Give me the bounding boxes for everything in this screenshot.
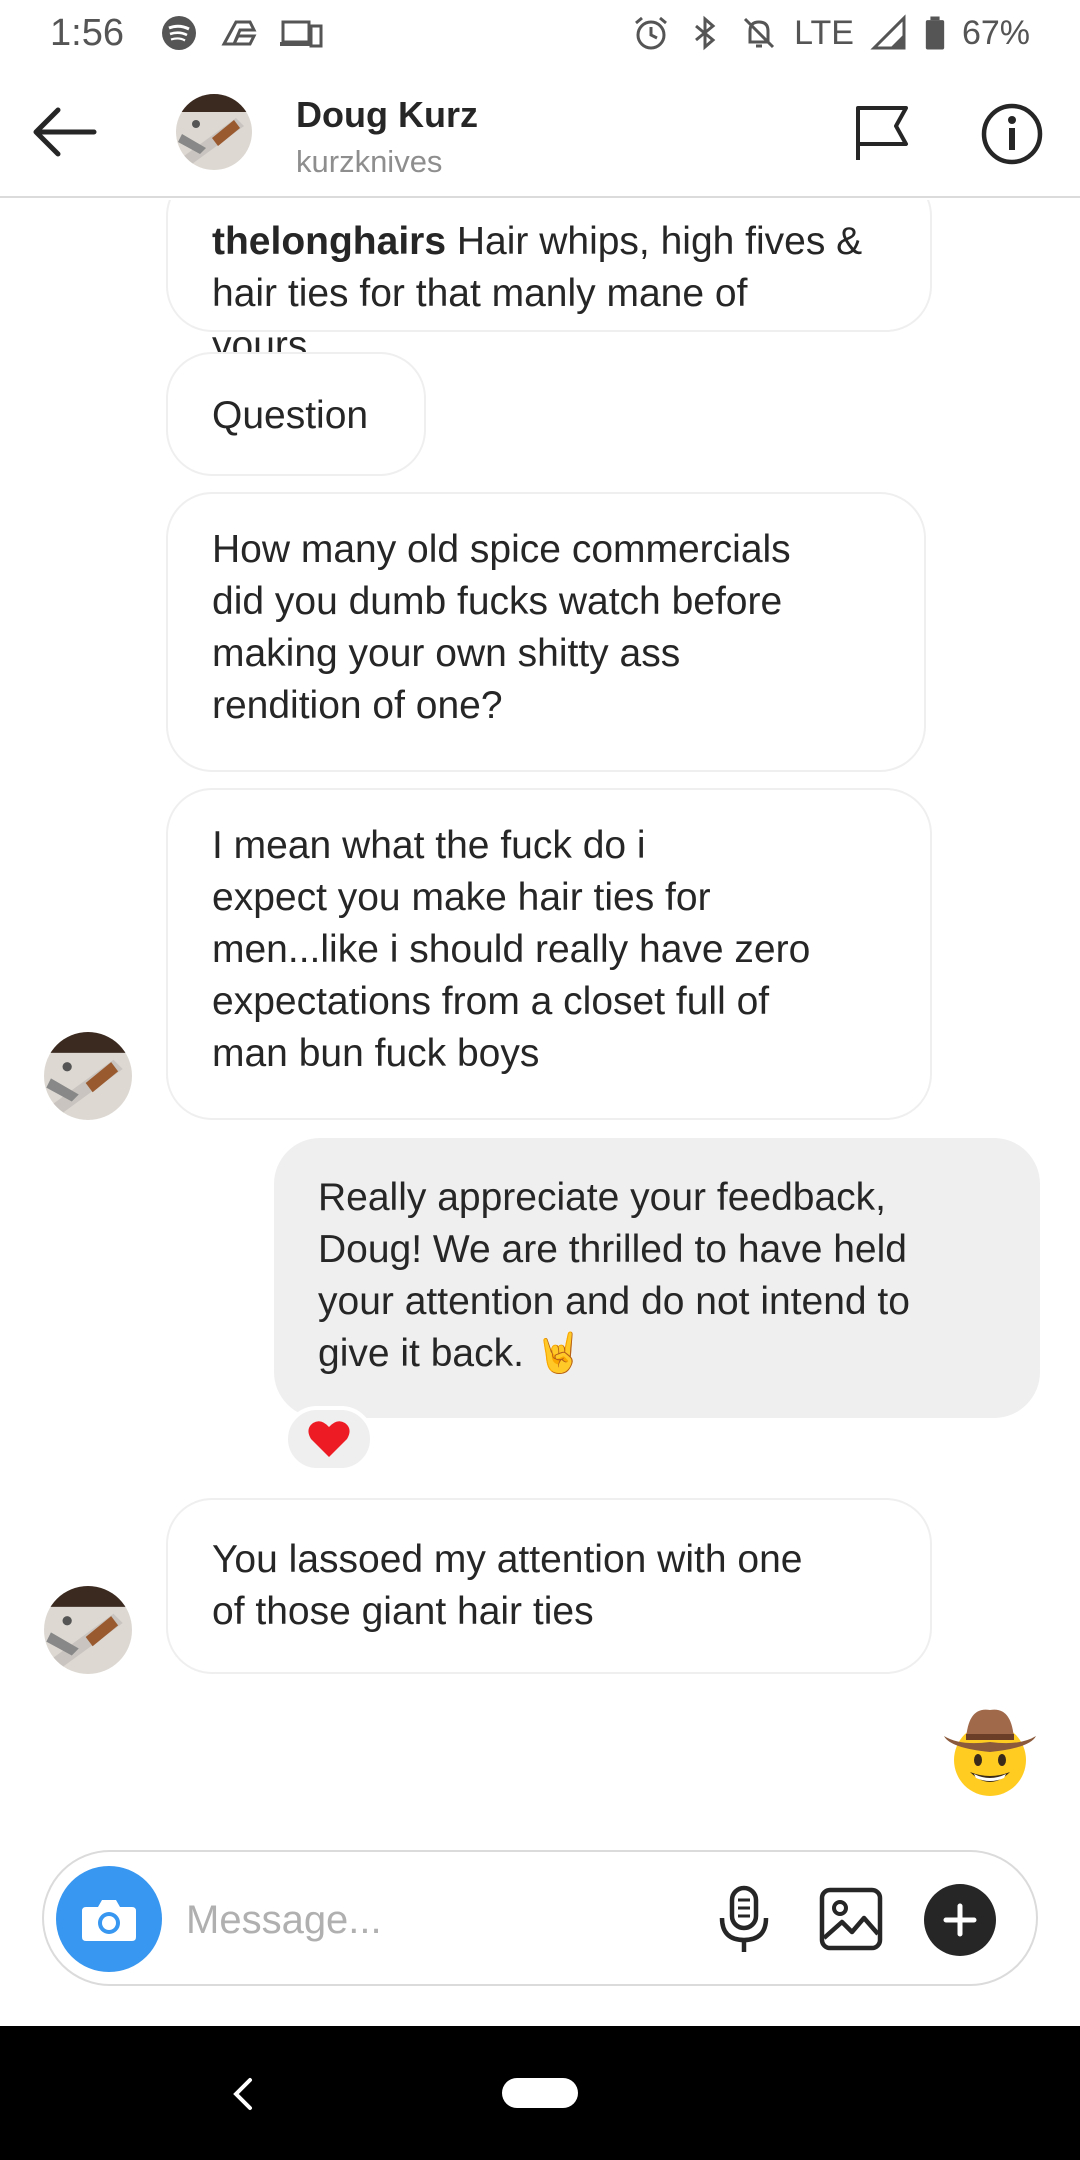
camera-icon <box>82 1900 136 1941</box>
cowboy-face-icon[interactable] <box>940 1700 1040 1800</box>
nav-back-icon[interactable] <box>222 2070 262 2118</box>
avatar-image <box>176 94 252 170</box>
sender-avatar[interactable] <box>44 1032 132 1120</box>
message-text: Really appreciate your feedback, Doug! W… <box>318 1176 910 1375</box>
gallery-icon[interactable] <box>818 1886 884 1952</box>
chat-header: Doug Kurz kurzknives <box>0 66 1080 198</box>
spotify-icon <box>161 16 196 50</box>
shared-post-username[interactable]: thelonghairs <box>212 220 446 263</box>
camera-button[interactable] <box>56 1866 162 1972</box>
info-icon[interactable] <box>980 102 1044 166</box>
microphone-icon[interactable] <box>708 1884 780 1956</box>
message-thread[interactable]: thelonghairs Hair whips, high fives & ha… <box>0 200 1080 1840</box>
sender-avatar[interactable] <box>44 1586 132 1674</box>
bluetooth-icon <box>695 15 716 51</box>
back-arrow-icon[interactable] <box>28 100 100 164</box>
reaction-badge[interactable] <box>284 1406 374 1472</box>
message-bubble-shared-post[interactable]: thelonghairs Hair whips, high fives & ha… <box>166 200 932 367</box>
more-options-button[interactable] <box>924 1884 996 1956</box>
heart-icon <box>308 1421 350 1457</box>
devices-icon <box>279 20 323 48</box>
drive-icon <box>221 20 257 46</box>
network-label: LTE <box>794 13 854 52</box>
nav-home-button[interactable] <box>502 2078 578 2108</box>
avatar-image <box>44 1586 132 1674</box>
status-time: 1:56 <box>50 11 124 54</box>
plus-icon <box>943 1903 977 1937</box>
message-bubble[interactable]: Question <box>166 352 426 476</box>
message-text: I mean what the fuck do i expect you mak… <box>212 824 811 1075</box>
contact-username[interactable]: kurzknives <box>296 144 442 180</box>
message-bubble[interactable]: I mean what the fuck do i expect you mak… <box>166 788 932 1120</box>
message-text: You lassoed my attention with one of tho… <box>212 1538 803 1633</box>
avatar[interactable] <box>176 94 252 170</box>
message-text: How many old spice commercials did you d… <box>212 528 791 727</box>
contact-name[interactable]: Doug Kurz <box>296 94 478 136</box>
message-bubble[interactable]: You lassoed my attention with one of tho… <box>166 1498 932 1674</box>
message-input[interactable] <box>186 1882 706 1958</box>
message-bubble-outgoing[interactable]: Really appreciate your feedback, Doug! W… <box>274 1138 1040 1418</box>
signal-icon <box>870 14 906 50</box>
message-bubble[interactable]: How many old spice commercials did you d… <box>166 492 926 772</box>
message-text: Question <box>212 394 369 437</box>
battery-icon <box>925 16 945 50</box>
message-composer <box>42 1850 1038 1986</box>
avatar-image <box>44 1032 132 1120</box>
battery-percent: 67% <box>961 13 1030 52</box>
system-nav-bar <box>0 2026 1080 2160</box>
status-bar: 1:56 LTE 67% <box>0 0 1080 66</box>
mute-icon <box>744 17 775 49</box>
alarm-icon <box>635 16 668 50</box>
flag-icon[interactable] <box>852 104 912 164</box>
